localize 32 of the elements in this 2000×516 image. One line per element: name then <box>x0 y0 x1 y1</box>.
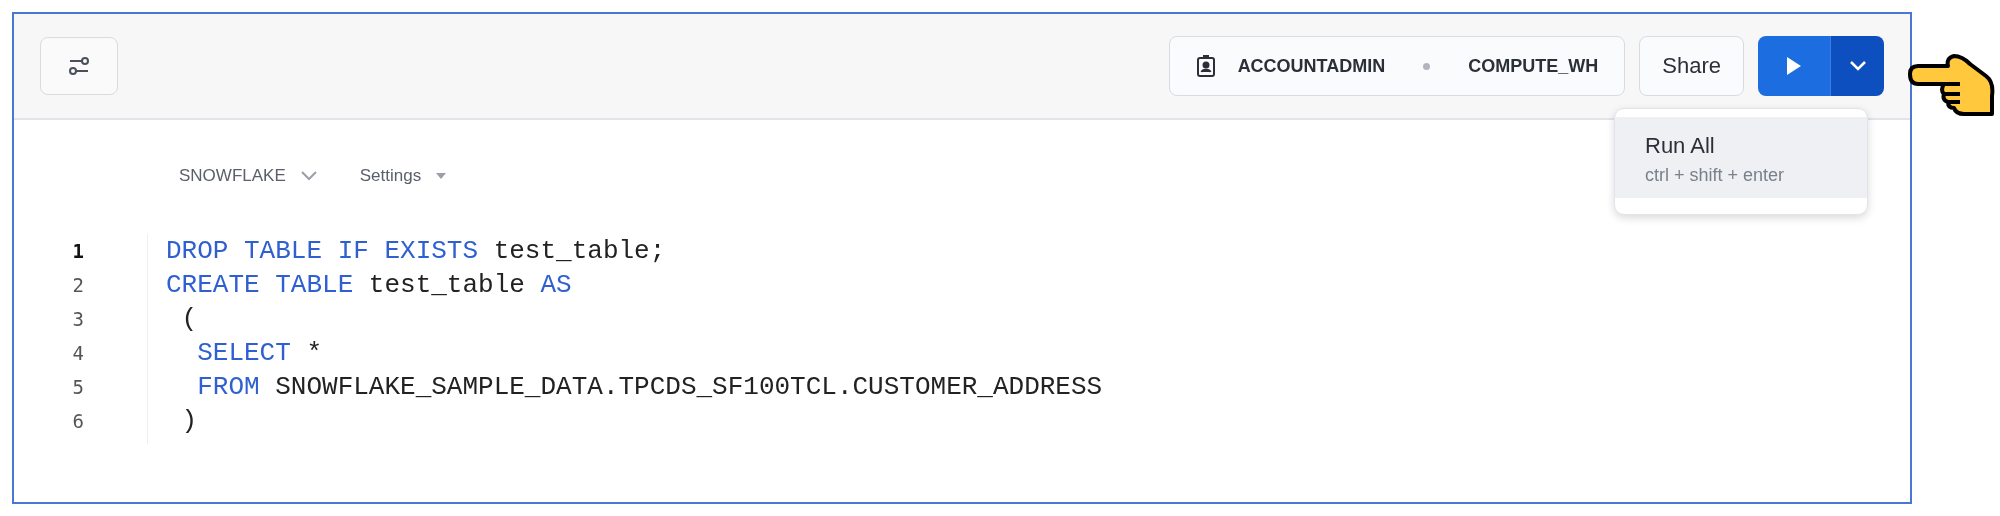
warehouse-label: COMPUTE_WH <box>1468 55 1599 77</box>
line-number: 5 <box>71 375 84 400</box>
code-line: CREATE TABLE test_table AS <box>166 269 573 302</box>
filter-button[interactable] <box>40 37 118 95</box>
role-label: ACCOUNTADMIN <box>1237 55 1386 77</box>
line-number: 4 <box>71 341 84 366</box>
menu-item-label: Run All <box>1645 133 1716 159</box>
context-dropdown[interactable]: Settings <box>359 166 448 186</box>
code-line: FROM SNOWFLAKE_SAMPLE_DATA.TPCDS_SF100TCL.CUSTOMER_ADDRESS <box>196 371 1103 404</box>
code-line: DROP TABLE IF EXISTS test_table; <box>166 235 667 268</box>
menu-item[interactable]: Run All ctrl + shift + enter <box>1615 117 1867 198</box>
caret-down-icon <box>435 172 448 180</box>
run-button[interactable] <box>1758 36 1830 96</box>
share-button[interactable]: Share <box>1639 36 1744 96</box>
context-selector[interactable]: ACCOUNTADMIN COMPUTE_WH <box>1168 36 1626 96</box>
code-line: ) <box>180 405 199 438</box>
line-number: 2 <box>71 273 84 298</box>
chevron-down-icon <box>1848 60 1867 72</box>
sliders-icon <box>67 54 91 78</box>
keyboard-shortcut: ctrl + shift + enter <box>1645 165 1786 186</box>
chevron-down-icon <box>299 170 318 182</box>
separator-dot <box>1423 62 1431 70</box>
play-icon <box>1785 55 1803 77</box>
context-dropdown[interactable]: SNOWFLAKE <box>179 166 318 186</box>
code-line: SELECT * <box>196 337 324 370</box>
pointing-hand-icon <box>1906 52 1996 118</box>
line-number: 1 <box>71 239 84 264</box>
code-line: ( <box>180 303 199 336</box>
line-number: 6 <box>71 409 84 434</box>
run-options-button[interactable] <box>1830 36 1884 96</box>
badge-icon <box>1195 54 1216 78</box>
line-number: 3 <box>71 307 84 332</box>
